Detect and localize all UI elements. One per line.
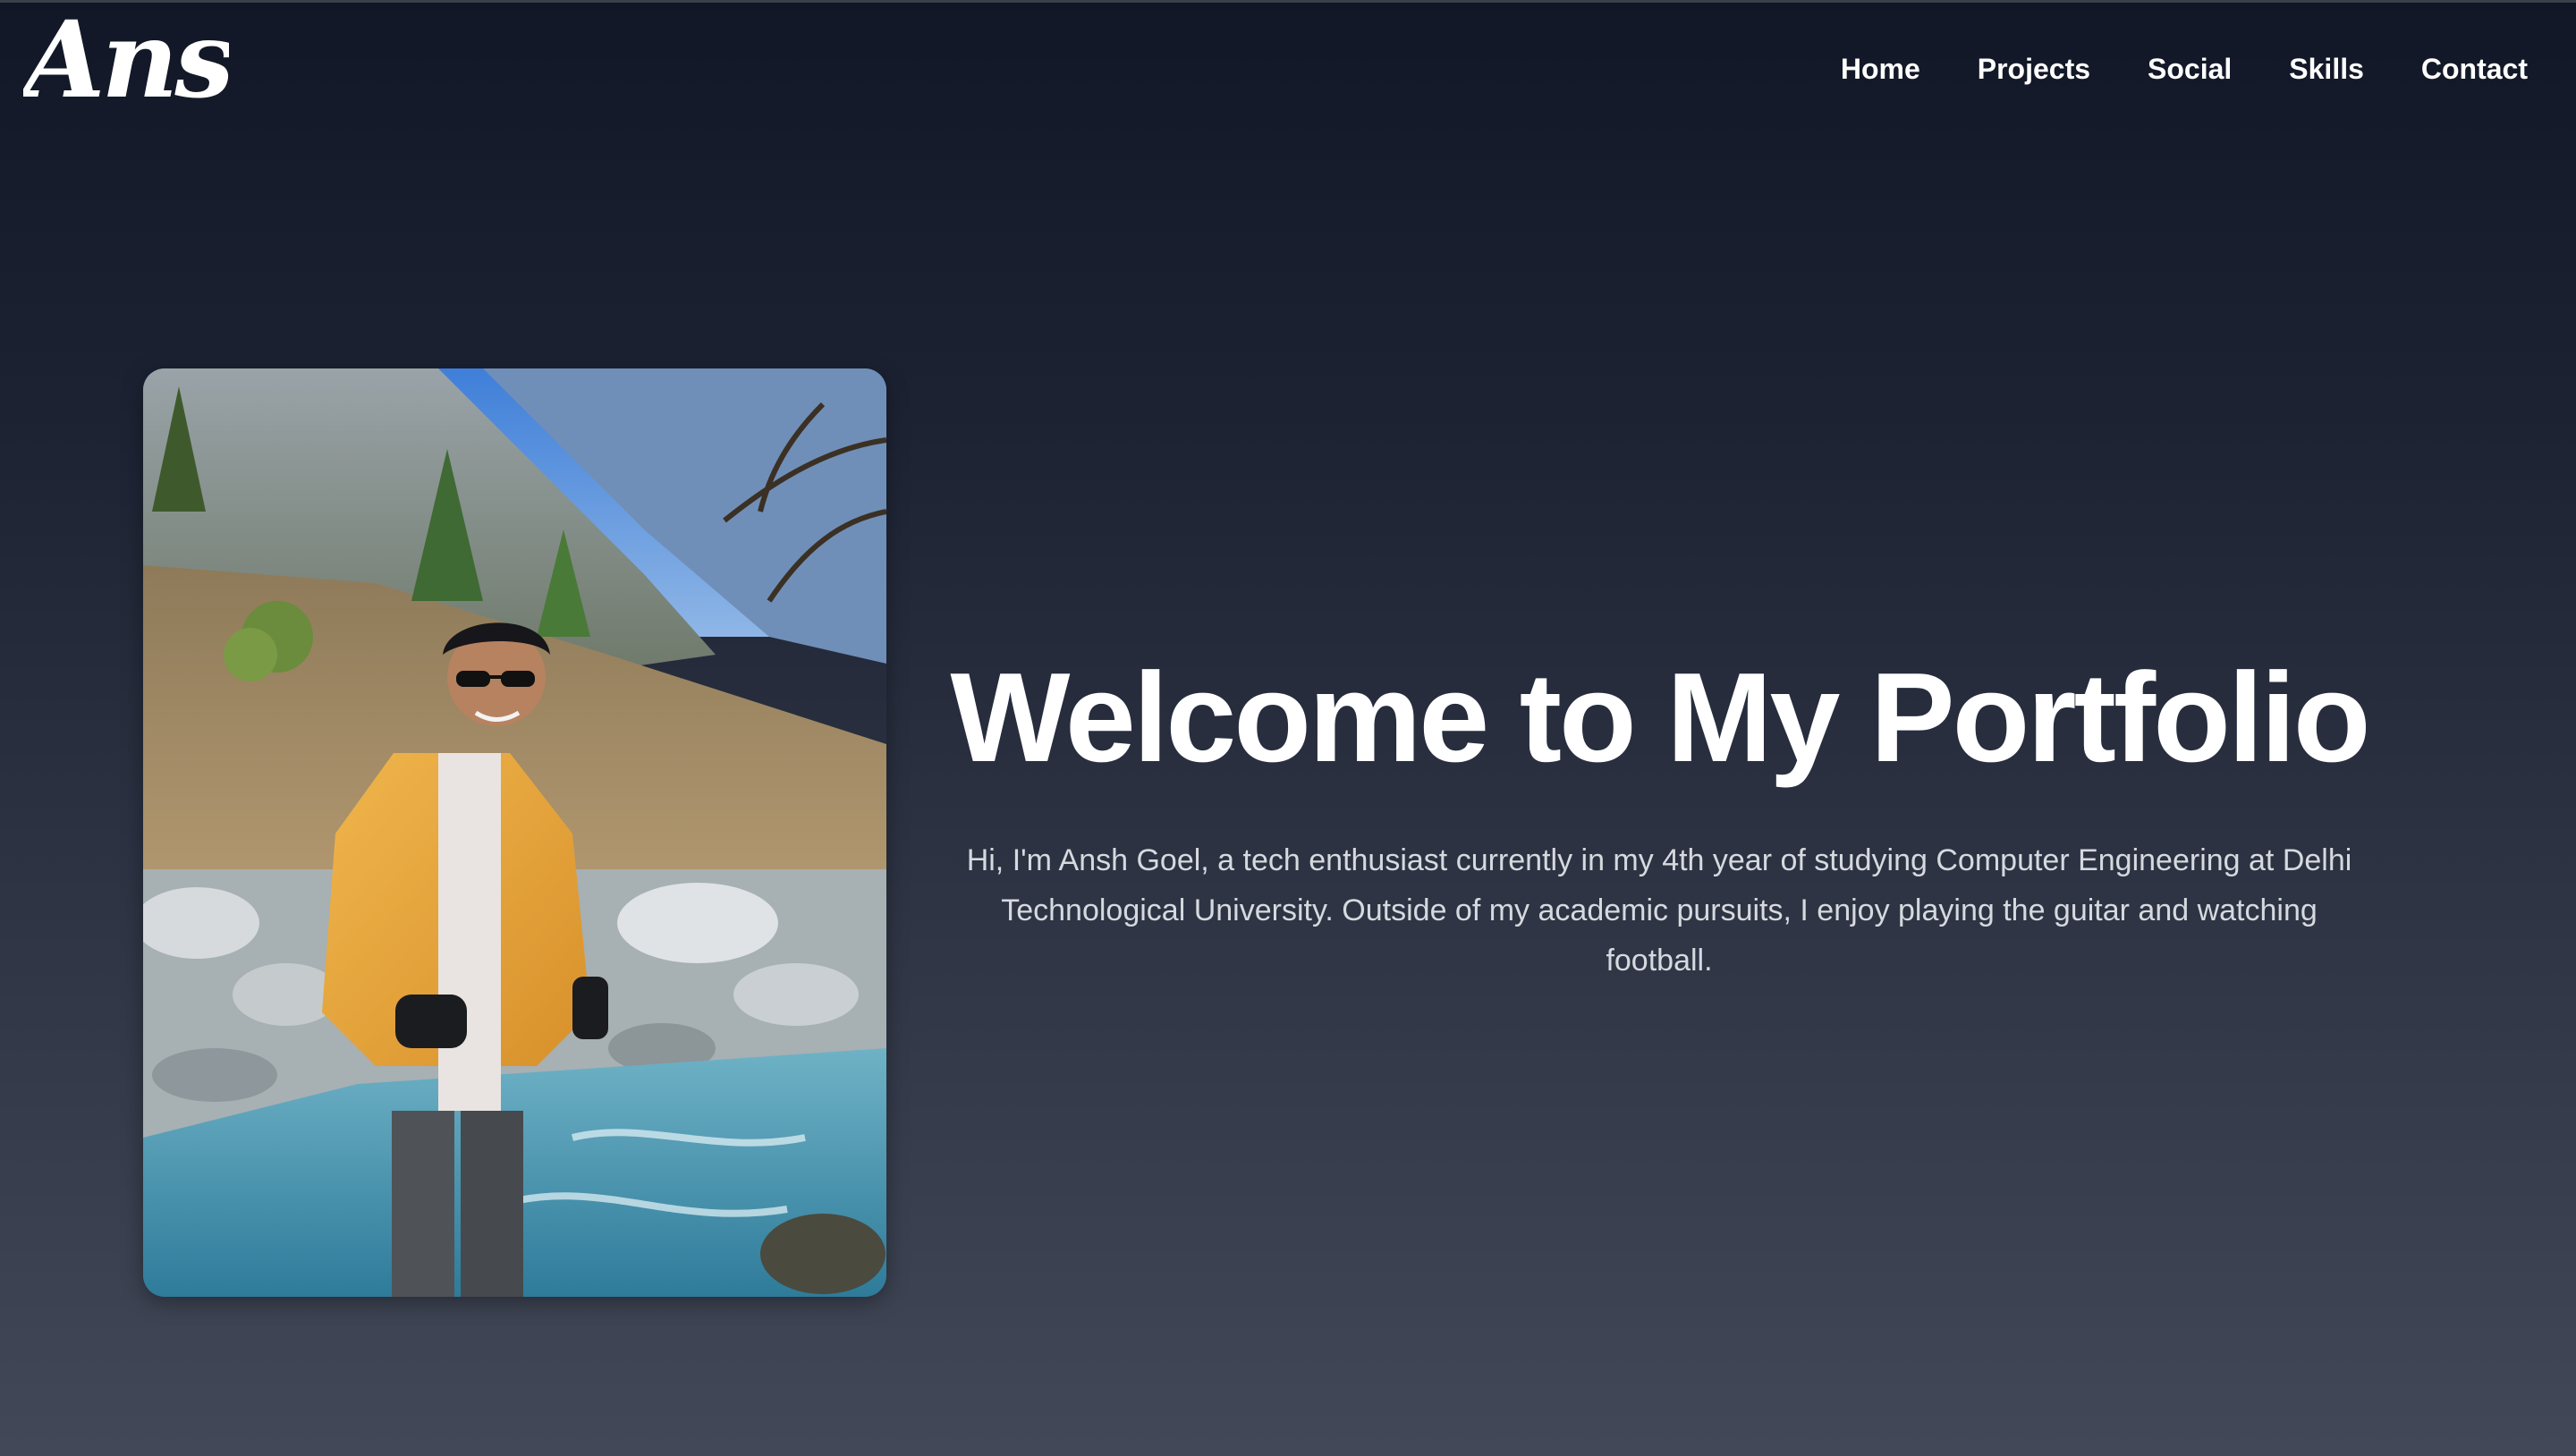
nav-projects-link[interactable]: Projects [1978,47,2090,91]
nav-contact-link[interactable]: Contact [2421,47,2528,91]
nav-social-link[interactable]: Social [2148,47,2232,91]
main-navigation: Home Projects Social Skills Contact [1841,47,2528,91]
top-border [0,0,2576,3]
profile-photo [143,368,886,1297]
profile-photo-illustration [143,368,886,1297]
hero-title: Welcome to My Portfolio [950,647,2370,789]
nav-skills-link[interactable]: Skills [2289,47,2364,91]
nav-home-link[interactable]: Home [1841,47,1920,91]
site-logo[interactable]: Ansh [23,7,229,114]
hero-bio: Hi, I'm Ansh Goel, a tech enthusiast cur… [966,843,2352,978]
logo-text: Ansh [23,7,229,114]
